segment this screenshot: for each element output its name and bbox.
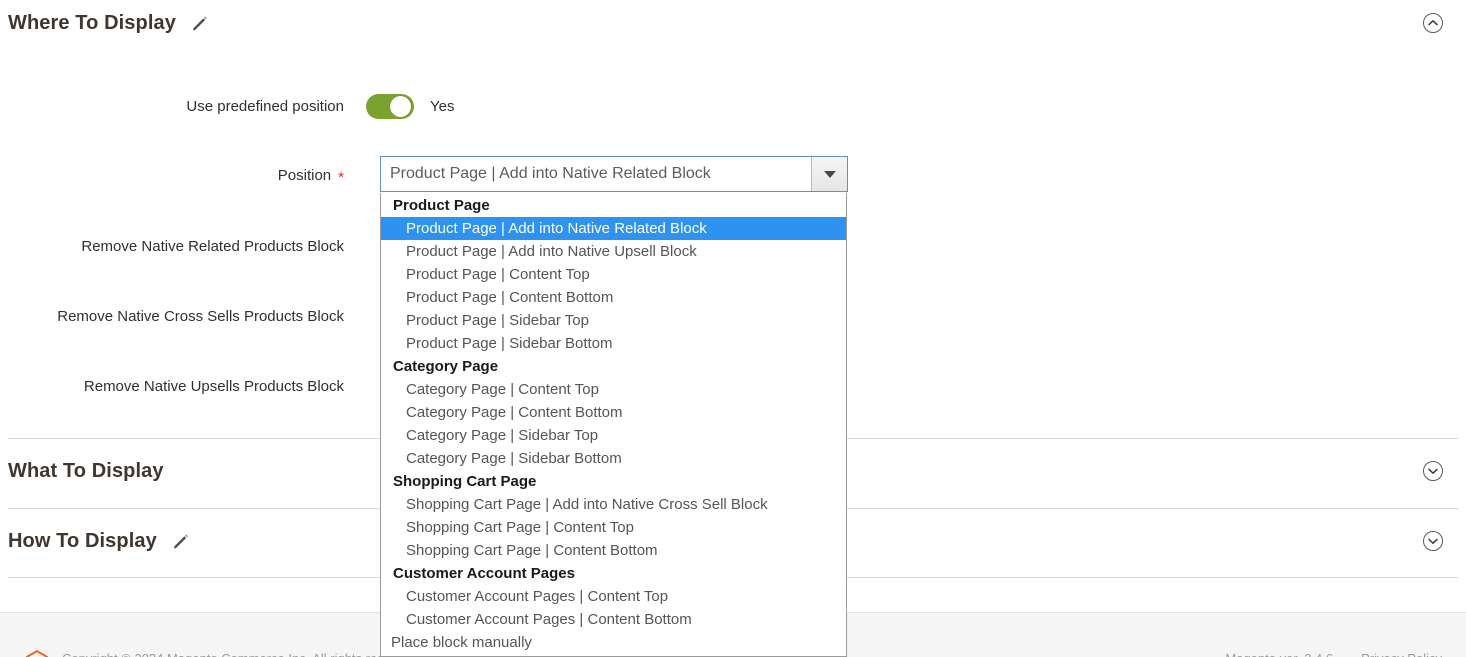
dropdown-option[interactable]: Product Page | Sidebar Bottom bbox=[381, 332, 846, 355]
footer-meta: Magento ver. 2.4.6 Privacy Policy bbox=[1225, 651, 1442, 657]
dropdown-option[interactable]: Category Page | Content Bottom bbox=[381, 401, 846, 424]
pencil-icon[interactable] bbox=[171, 531, 191, 551]
dropdown-option[interactable]: Product Page | Add into Native Upsell Bl… bbox=[381, 240, 846, 263]
dropdown-option[interactable]: Category Page | Content Top bbox=[381, 378, 846, 401]
chevron-up-circle-icon bbox=[1423, 13, 1443, 33]
label-remove-native-related-products-block: Remove Native Related Products Block bbox=[81, 237, 344, 255]
toggle-value-label: Yes bbox=[430, 97, 455, 115]
label-position-text: Position bbox=[277, 166, 332, 184]
section-title-where-to-display: Where To Display bbox=[8, 11, 176, 34]
admin-form-page: Where To Display Use predefined position… bbox=[0, 0, 1466, 657]
dropdown-option[interactable]: Category Page | Sidebar Bottom bbox=[381, 447, 846, 470]
required-marker: * bbox=[338, 168, 344, 186]
control-use-predefined-position: Yes bbox=[366, 93, 455, 119]
dropdown-option[interactable]: Shopping Cart Page | Content Top bbox=[381, 516, 846, 539]
section-header-where-to-display[interactable]: Where To Display bbox=[0, 0, 1466, 46]
position-dropdown-list[interactable]: Product Page Product Page | Add into Nati… bbox=[380, 193, 847, 657]
pencil-icon[interactable] bbox=[190, 13, 210, 33]
dropdown-option[interactable]: Category Page | Sidebar Top bbox=[381, 424, 846, 447]
collapse-toggle-how-to-display[interactable] bbox=[1422, 530, 1444, 552]
option-group-label: Shopping Cart Page bbox=[393, 473, 537, 490]
dropdown-option[interactable]: Product Page | Content Top bbox=[381, 263, 846, 286]
chevron-down-circle-icon bbox=[1423, 531, 1443, 551]
field-row-use-predefined-position: Use predefined position Yes bbox=[0, 91, 1466, 121]
section-title-how-to-display: How To Display bbox=[8, 529, 157, 552]
option-group-label: Category Page bbox=[393, 358, 499, 375]
label-position: Position * bbox=[0, 166, 344, 186]
caret-down-icon bbox=[823, 170, 836, 178]
dropdown-option[interactable]: Place block manually bbox=[381, 631, 846, 654]
position-select[interactable]: Product Page | Add into Native Related B… bbox=[380, 156, 848, 192]
position-select-arrow-button[interactable] bbox=[811, 157, 847, 191]
toggle-use-predefined-position[interactable] bbox=[366, 93, 414, 119]
option-group-label: Customer Account Pages bbox=[393, 565, 575, 582]
option-group-label: Product Page bbox=[393, 197, 490, 214]
footer-copyright: Copyright © 2024 Magento Commerce Inc. A… bbox=[62, 651, 420, 657]
footer-magento-version: Magento ver. 2.4.6 bbox=[1225, 651, 1333, 657]
label-remove-native-upsells-products-block: Remove Native Upsells Products Block bbox=[83, 377, 344, 395]
magento-logo-icon bbox=[24, 649, 50, 657]
dropdown-option[interactable]: Shopping Cart Page | Add into Native Cro… bbox=[381, 493, 846, 516]
position-select-value: Product Page | Add into Native Related B… bbox=[390, 165, 711, 182]
dropdown-option[interactable]: Customer Account Pages | Content Top bbox=[381, 585, 846, 608]
dropdown-option[interactable]: Product Page | Sidebar Top bbox=[381, 309, 846, 332]
chevron-down-circle-icon bbox=[1423, 461, 1443, 481]
dropdown-option[interactable]: Product Page | Add into Native Related B… bbox=[381, 217, 846, 240]
label-remove-native-cross-sells-products-block: Remove Native Cross Sells Products Block bbox=[57, 307, 344, 325]
dropdown-option[interactable]: Shopping Cart Page | Content Bottom bbox=[381, 539, 846, 562]
footer-privacy-link[interactable]: Privacy Policy bbox=[1361, 651, 1442, 657]
label-use-predefined-position: Use predefined position bbox=[186, 97, 344, 115]
toggle-knob bbox=[390, 95, 411, 117]
collapse-toggle-what-to-display[interactable] bbox=[1422, 460, 1444, 482]
dropdown-option[interactable]: Customer Account Pages | Content Bottom bbox=[381, 608, 846, 631]
collapse-toggle-where-to-display[interactable] bbox=[1422, 12, 1444, 34]
dropdown-option[interactable]: Product Page | Content Bottom bbox=[381, 286, 846, 309]
section-title-what-to-display: What To Display bbox=[8, 459, 164, 482]
